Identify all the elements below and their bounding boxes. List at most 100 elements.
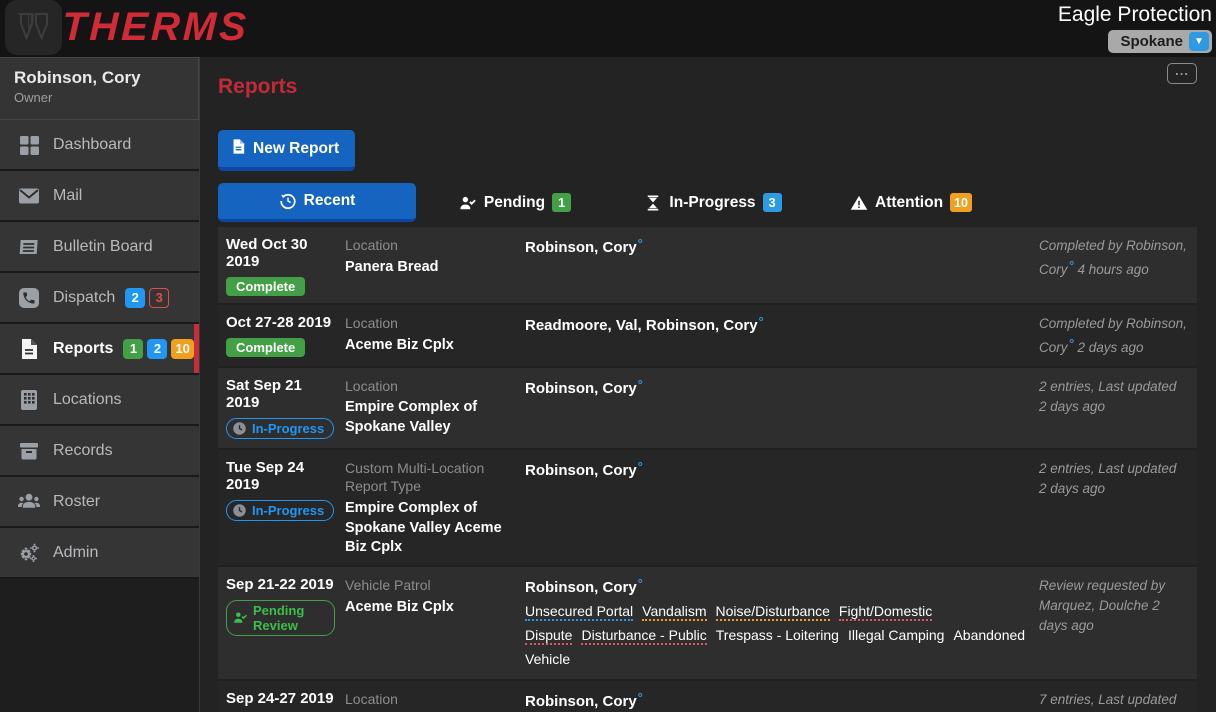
more-options-button[interactable]: ... <box>1167 63 1197 84</box>
report-date: Sep 21-22 2019 <box>226 576 335 593</box>
new-report-file-icon <box>230 138 247 160</box>
sidebar-item-records[interactable]: Records <box>0 426 199 477</box>
report-date: Sep 24-27 2019 <box>226 690 335 707</box>
dispatch-phone-icon <box>14 285 44 311</box>
report-type: Location <box>345 690 515 709</box>
online-indicator-icon: ° <box>759 314 764 329</box>
count-badge: 2 <box>147 339 167 359</box>
tab-count-badge: 3 <box>763 193 782 212</box>
report-location: Aceme Biz Cplx <box>345 598 515 618</box>
sidebar-item-label: Reports <box>53 340 113 358</box>
bulletin-board-icon <box>14 234 44 260</box>
user-role: Owner <box>14 90 198 105</box>
table-row[interactable]: Sep 21-22 2019 Pending Review Vehicle Patr… <box>218 567 1197 682</box>
tab-attention[interactable]: Attention10 <box>812 183 1010 222</box>
report-personnel-cell: Robinson, Cory° <box>525 227 1039 303</box>
status-info-text: Completed by <box>1039 316 1126 331</box>
report-date: Wed Oct 30 2019 <box>226 236 335 270</box>
sidebar-item-label: Bulletin Board <box>53 238 153 256</box>
online-indicator-icon: ° <box>638 690 643 705</box>
incident-tag[interactable]: Illegal Camping <box>848 627 945 643</box>
report-table: Wed Oct 30 2019CompleteLocationPanera Br… <box>218 227 1197 712</box>
sidebar-nav: DashboardMailBulletin BoardDispatch23Rep… <box>0 120 199 579</box>
personnel-name: Robinson, Cory <box>525 380 637 397</box>
app-window: THERMS Eagle Protection Spokane ▼ Robins… <box>0 0 1216 712</box>
region-dropdown[interactable]: Spokane ▼ <box>1108 30 1212 53</box>
sidebar-item-dispatch[interactable]: Dispatch23 <box>0 273 199 324</box>
report-personnel-cell: Robinson, Cory° <box>525 368 1039 448</box>
sidebar-item-bulletin-board[interactable]: Bulletin Board <box>0 222 199 273</box>
sidebar-item-admin[interactable]: Admin <box>0 528 199 579</box>
report-status-info-cell: Completed by Robinson, Cory° 4 hours ago <box>1039 227 1197 303</box>
count-badge: 1 <box>123 339 143 359</box>
sidebar-item-dashboard[interactable]: Dashboard <box>0 120 199 171</box>
tab-pending[interactable]: Pending1 <box>416 183 614 222</box>
report-type-cell: Location <box>345 681 525 712</box>
new-report-button[interactable]: New Report <box>218 130 355 171</box>
report-type-cell: Vehicle Patrol Aceme Biz Cplx <box>345 567 525 680</box>
table-row[interactable]: Sep 24-27 2019In-ProgressLocationRobinso… <box>218 681 1197 712</box>
sidebar-item-label: Admin <box>53 544 98 562</box>
report-location: Aceme Biz Cplx <box>345 336 515 356</box>
reports-file-icon <box>14 336 44 362</box>
online-indicator-icon: ° <box>638 377 643 392</box>
status-badge: Complete <box>226 277 305 296</box>
table-row[interactable]: Tue Sep 24 2019In-ProgressCustom Multi-L… <box>218 450 1197 567</box>
sidebar-item-mail[interactable]: Mail <box>0 171 199 222</box>
incident-tag[interactable]: Disturbance - Public <box>581 627 706 645</box>
sidebar-item-label: Roster <box>53 493 100 511</box>
report-personnel-cell: Robinson, Cory° <box>525 681 1039 712</box>
region-label: Spokane <box>1120 33 1183 50</box>
report-date: Sat Sep 21 2019 <box>226 377 335 411</box>
incident-tag[interactable]: Trespass - Loitering <box>716 627 839 643</box>
hourglass-icon <box>644 194 662 212</box>
status-info-text: 2 days ago <box>1074 340 1144 355</box>
tab-label: In-Progress <box>669 194 755 212</box>
person-check-icon <box>459 194 477 212</box>
sidebar-item-reports[interactable]: Reports1210 <box>0 324 199 375</box>
clock-icon <box>232 421 247 436</box>
tab-in-progress[interactable]: In-Progress 3 <box>614 183 812 222</box>
clock-icon <box>232 503 247 518</box>
sidebar-item-label: Locations <box>53 391 122 409</box>
online-indicator-icon: ° <box>638 459 643 474</box>
tab-recent[interactable]: Recent <box>218 183 416 222</box>
table-row[interactable]: Oct 27-28 2019CompleteLocationAceme Biz … <box>218 305 1197 368</box>
status-badge: Pending Review <box>226 600 335 636</box>
report-status-info-cell: Completed by Robinson, Cory° 2 days ago <box>1039 305 1197 366</box>
new-report-label: New Report <box>253 140 339 158</box>
status-label: Pending Review <box>253 603 325 633</box>
report-location: Panera Bread <box>345 258 515 278</box>
therms-shield-icon <box>5 0 62 55</box>
incident-tags: Unsecured Portal Vandalism Noise/Disturban… <box>525 600 1029 672</box>
status-badge: Complete <box>226 338 305 357</box>
count-badge: 2 <box>125 288 145 308</box>
caret-down-icon: ▼ <box>1189 32 1209 51</box>
org-block: Eagle Protection Spokane ▼ <box>1058 0 1216 53</box>
status-label: Complete <box>236 340 295 355</box>
report-type: Vehicle Patrol <box>345 576 515 595</box>
personnel-name: Robinson, Cory <box>525 693 637 710</box>
sidebar-item-label: Dispatch <box>53 289 115 307</box>
sidebar-item-locations[interactable]: Locations <box>0 375 199 426</box>
personnel-name: Readmoore, Val, Robinson, Cory <box>525 317 758 334</box>
report-date-cell: Sep 21-22 2019 Pending Review <box>218 567 345 680</box>
report-type-cell: Custom Multi-Location Report TypeEmpire … <box>345 450 525 565</box>
incident-tag[interactable]: Noise/Disturbance <box>716 603 830 621</box>
user-card[interactable]: Robinson, Cory Owner <box>0 57 199 120</box>
table-row[interactable]: Wed Oct 30 2019 Complete LocationPanera Br… <box>218 227 1197 305</box>
incident-tag[interactable]: Vandalism <box>642 603 706 621</box>
top-bar: THERMS Eagle Protection Spokane ▼ <box>0 0 1216 57</box>
report-status-info-cell: Review requested by Marquez, Doulche 2 d… <box>1039 567 1197 680</box>
report-status-info-cell: 2 entries, Last updated 2 days ago <box>1039 368 1197 448</box>
incident-tag[interactable]: Unsecured Portal <box>525 603 633 621</box>
report-personnel-cell: Robinson, Cory° <box>525 450 1039 565</box>
report-type-cell: LocationPanera Bread <box>345 227 525 303</box>
sidebar-item-roster[interactable]: Roster <box>0 477 199 528</box>
sidebar-item-label: Dashboard <box>53 136 131 154</box>
report-date-cell: Sat Sep 21 2019In-Progress <box>218 368 345 448</box>
sidebar: Robinson, Cory Owner Dashboard Mail Bullet… <box>0 57 200 712</box>
history-icon <box>279 192 297 210</box>
status-info-text: 2 entries, Last updated 2 days ago <box>1039 379 1176 414</box>
table-row[interactable]: Sat Sep 21 2019In-ProgressLocationEmpire… <box>218 368 1197 450</box>
